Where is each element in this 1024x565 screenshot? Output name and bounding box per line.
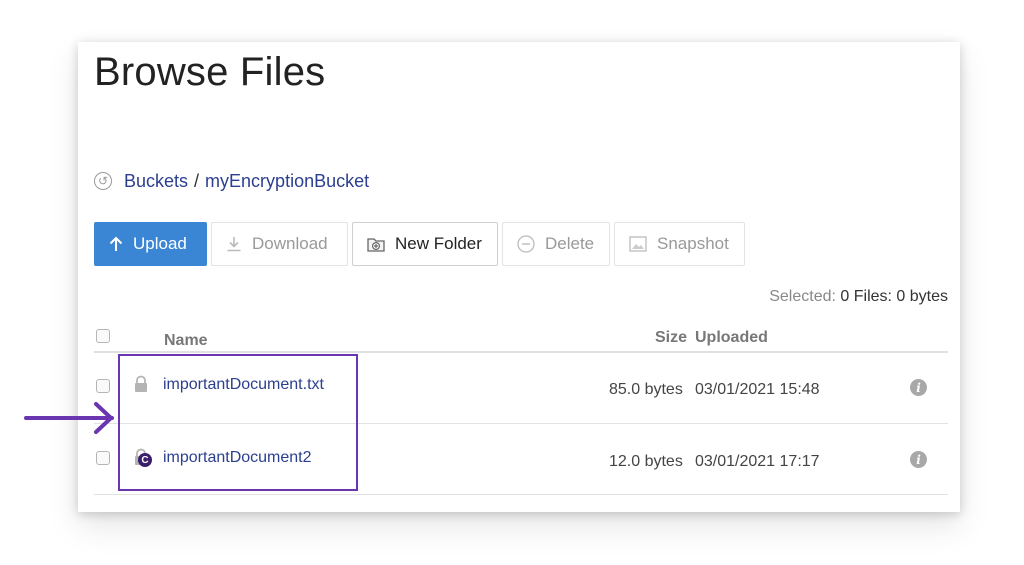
info-icon[interactable]: i: [910, 451, 927, 468]
info-icon[interactable]: i: [910, 379, 927, 396]
minus-circle-icon: [517, 235, 535, 253]
file-uploaded: 03/01/2021 17:17: [695, 453, 820, 470]
selection-summary: Selected: 0 Files: 0 bytes: [769, 288, 948, 306]
snapshot-button[interactable]: Snapshot: [614, 222, 745, 266]
breadcrumb: ↺ Buckets / myEncryptionBucket: [94, 170, 369, 192]
upload-label: Upload: [133, 234, 187, 253]
file-uploaded: 03/01/2021 15:48: [695, 381, 820, 398]
arrow-up-icon: [109, 236, 123, 252]
select-all-checkbox[interactable]: [96, 329, 110, 343]
image-icon: [629, 236, 647, 252]
folder-plus-icon: [367, 236, 385, 252]
page-title: Browse Files: [94, 50, 326, 94]
upload-button[interactable]: Upload: [94, 222, 207, 266]
delete-label: Delete: [545, 234, 595, 253]
delete-button[interactable]: Delete: [502, 222, 610, 266]
file-size: 12.0 bytes: [609, 453, 683, 470]
column-header-uploaded[interactable]: Uploaded: [695, 329, 768, 347]
arrow-right-icon: [24, 402, 120, 441]
row-checkbox[interactable]: [96, 379, 110, 393]
breadcrumb-bucket-link[interactable]: myEncryptionBucket: [205, 171, 369, 192]
back-circle-icon[interactable]: ↺: [94, 172, 112, 190]
snapshot-label: Snapshot: [657, 234, 729, 253]
column-header-size[interactable]: Size: [655, 329, 687, 347]
download-label: Download: [252, 234, 328, 253]
highlight-box: [118, 354, 358, 491]
download-button[interactable]: Download: [211, 222, 348, 266]
download-icon: [226, 236, 242, 252]
new-folder-button[interactable]: New Folder: [352, 222, 498, 266]
file-toolbar: Upload Download New Folder Delete Snapsh…: [94, 222, 745, 266]
row-divider: [94, 494, 948, 495]
selection-value: 0 Files: 0 bytes: [840, 288, 948, 305]
new-folder-label: New Folder: [395, 234, 482, 253]
breadcrumb-separator: /: [194, 170, 200, 191]
breadcrumb-buckets-link[interactable]: Buckets: [124, 171, 188, 192]
file-size: 85.0 bytes: [609, 381, 683, 398]
selection-label: Selected:: [769, 288, 836, 305]
header-divider: [94, 351, 948, 353]
column-header-name[interactable]: Name: [164, 332, 208, 350]
row-checkbox[interactable]: [96, 451, 110, 465]
